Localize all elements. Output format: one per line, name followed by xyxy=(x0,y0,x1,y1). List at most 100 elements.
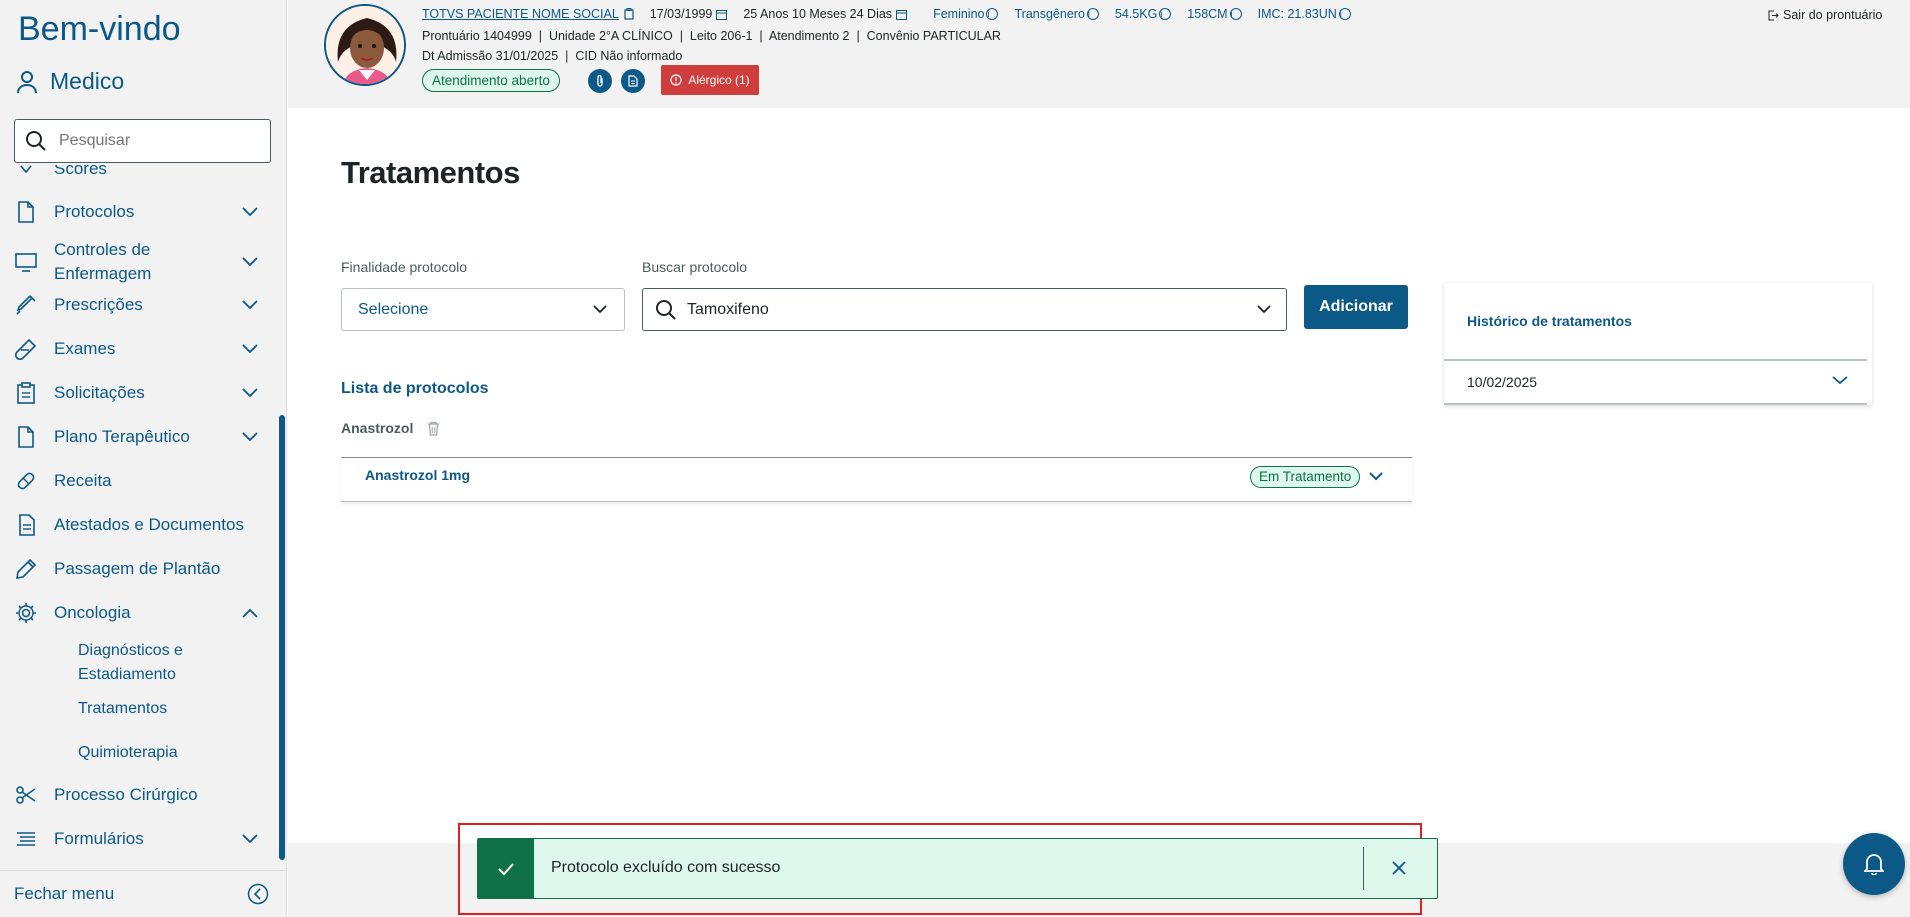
patient-avatar xyxy=(324,4,406,86)
search-input[interactable] xyxy=(59,132,259,150)
chevron-up-icon xyxy=(238,601,262,625)
protocol-search-value: Tamoxifeno xyxy=(687,300,769,318)
sidebar-item-label: Processo Cirúrgico xyxy=(54,785,198,804)
sidebar-item-scores[interactable]: Scores xyxy=(0,165,270,181)
info-icon[interactable]: i xyxy=(1159,8,1172,20)
sidebar-subitem-diagnosticos[interactable]: Diagnósticos e Estadiamento xyxy=(78,639,228,687)
sidebar-item-prescricoes[interactable]: Prescrições xyxy=(0,293,270,317)
sidebar-item-protocolos[interactable]: Protocolos xyxy=(0,200,270,224)
divider xyxy=(1444,403,1867,405)
sidebar-item-atestados[interactable]: Atestados e Documentos xyxy=(0,513,270,537)
sidebar-menu: Scores Protocolos Controles de Enfermage… xyxy=(0,165,280,860)
sidebar-item-solicitacoes[interactable]: Solicitações xyxy=(0,381,270,405)
sidebar-item-label: Controles de Enfermagem xyxy=(54,240,152,283)
sidebar-item-label: Oncologia xyxy=(54,603,131,622)
chevron-down-icon xyxy=(238,425,262,449)
patient-height: 158CM xyxy=(1187,7,1228,21)
chevron-down-icon[interactable] xyxy=(1830,370,1850,390)
trash-icon[interactable] xyxy=(427,421,440,436)
patient-birthdate: 17/03/1999 xyxy=(649,7,713,21)
patient-cid-row: Dt Admissão 31/01/2025 | CID Não informa… xyxy=(422,49,683,63)
add-button[interactable]: Adicionar xyxy=(1304,285,1408,329)
sidebar-subitem-quimioterapia[interactable]: Quimioterapia xyxy=(78,741,178,765)
documents-icon xyxy=(14,513,38,537)
sidebar-item-plano-terapeutico[interactable]: Plano Terapêutico xyxy=(0,425,270,449)
info-icon[interactable]: i xyxy=(986,8,999,20)
info-icon[interactable]: i xyxy=(1229,8,1242,20)
history-date[interactable]: 10/02/2025 xyxy=(1467,374,1537,390)
close-icon[interactable] xyxy=(1388,857,1410,879)
success-toast: Protocolo excluído com sucesso xyxy=(477,838,1438,899)
copy-icon[interactable] xyxy=(624,8,634,20)
attachment-button[interactable] xyxy=(588,69,612,93)
document-button[interactable] xyxy=(621,69,645,93)
allergy-alert-button[interactable]: Alérgico (1) xyxy=(661,65,759,95)
chevron-down-icon xyxy=(238,827,262,851)
buscar-label: Buscar protocolo xyxy=(642,259,748,275)
chevron-down-icon xyxy=(238,381,262,405)
protocol-row[interactable]: Anastrozol 1mg Em Tratamento xyxy=(341,457,1412,502)
close-menu-button[interactable]: Fechar menu xyxy=(0,870,287,917)
calendar-icon xyxy=(896,9,908,20)
paperclip-icon xyxy=(597,74,603,87)
sidebar-item-label: Passagem de Plantão xyxy=(54,559,221,578)
sidebar-item-exames[interactable]: Exames xyxy=(0,337,270,361)
sidebar-item-formularios[interactable]: Formulários xyxy=(0,827,270,851)
divider xyxy=(1363,847,1364,890)
document-icon xyxy=(14,425,38,449)
logout-link[interactable]: Sair do prontuário xyxy=(1768,8,1882,22)
syringe-icon xyxy=(14,293,38,317)
protocol-list-title: Lista de protocolos xyxy=(341,380,489,397)
sidebar-item-label: Solicitações xyxy=(54,383,145,402)
sidebar-subitem-tratamentos[interactable]: Tratamentos xyxy=(78,697,167,721)
history-title: Histórico de tratamentos xyxy=(1467,313,1632,329)
scissors-icon xyxy=(14,783,38,807)
status-badge: Atendimento aberto xyxy=(422,69,560,92)
sidebar-search[interactable] xyxy=(14,119,271,163)
pill-icon xyxy=(14,469,38,493)
chevron-down-icon xyxy=(238,200,262,224)
chevron-down-icon[interactable] xyxy=(1366,466,1386,486)
protocol-group-name: Anastrozol xyxy=(341,420,414,436)
check-icon xyxy=(478,839,534,898)
user-icon xyxy=(17,70,37,93)
close-menu-label: Fechar menu xyxy=(14,884,115,903)
finalidade-select[interactable]: Selecione xyxy=(341,288,625,331)
sidebar-item-label: Plano Terapêutico xyxy=(54,427,190,446)
chevron-down-icon xyxy=(14,165,38,181)
sidebar-item-label: Receita xyxy=(54,471,112,490)
info-icon[interactable]: i xyxy=(1086,8,1099,20)
info-icon[interactable]: i xyxy=(1338,8,1351,20)
calendar-icon xyxy=(716,9,728,20)
protocol-name: Anastrozol 1mg xyxy=(365,467,471,483)
sidebar-scrollbar[interactable] xyxy=(279,415,285,860)
patient-gender: Transgênero xyxy=(1014,7,1085,21)
protocol-group: Anastrozol xyxy=(341,420,440,436)
protocol-search-combo[interactable]: Tamoxifeno xyxy=(642,288,1287,331)
chevron-down-icon xyxy=(1257,305,1271,314)
finalidade-label: Finalidade protocolo xyxy=(341,259,468,275)
sidebar-item-label: Exames xyxy=(54,339,116,358)
search-icon xyxy=(656,300,676,320)
test-tube-icon xyxy=(14,337,38,361)
gear-icon xyxy=(14,601,38,625)
notifications-button[interactable] xyxy=(1843,833,1905,895)
sidebar-item-label: Scores xyxy=(54,165,107,178)
user-profile[interactable]: Medico xyxy=(16,68,124,95)
chevron-down-icon xyxy=(238,337,262,361)
document-icon xyxy=(14,200,38,224)
user-name: Medico xyxy=(50,68,125,94)
sidebar-item-label: Formulários xyxy=(54,829,144,848)
logout-label: Sair do prontuário xyxy=(1783,8,1883,22)
sidebar-item-oncologia[interactable]: Oncologia xyxy=(0,601,270,625)
patient-admission-row: Prontuário 1404999 | Unidade 2°A CLÍNICO… xyxy=(422,29,1001,43)
sidebar-item-receita[interactable]: Receita xyxy=(0,469,270,493)
chevron-down-icon xyxy=(238,250,262,274)
sidebar-item-processo-cirurgico[interactable]: Processo Cirúrgico xyxy=(0,783,270,807)
sidebar-item-passagem-plantao[interactable]: Passagem de Plantão xyxy=(0,557,270,581)
patient-sex: Feminino xyxy=(933,7,985,21)
sidebar-item-controles-enfermagem[interactable]: Controles de Enfermagem xyxy=(0,238,270,286)
patient-name[interactable]: TOTVS PACIENTE NOME SOCIAL xyxy=(422,7,619,21)
patient-info-row: TOTVS PACIENTE NOME SOCIAL 17/03/1999 25… xyxy=(422,7,1351,21)
sidebar-item-label: Protocolos xyxy=(54,202,135,221)
